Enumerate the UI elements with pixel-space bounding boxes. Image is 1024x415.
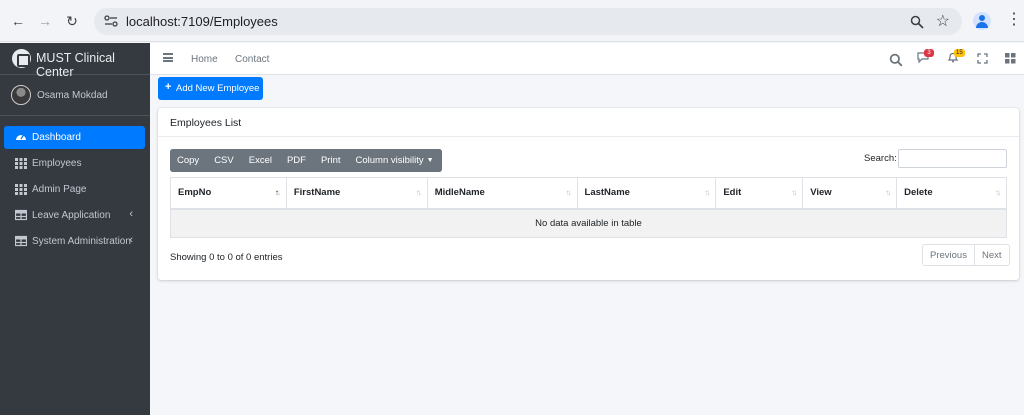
plus-icon: + bbox=[165, 81, 172, 93]
column-header-midlename[interactable]: MidleName ↑↓ bbox=[426, 177, 578, 210]
sort-icon: ↑↓ bbox=[885, 188, 891, 197]
column-header-empno[interactable]: EmpNo ↑↓ bbox=[170, 177, 287, 210]
column-header-label: Edit bbox=[723, 187, 742, 199]
nav-link-contact[interactable]: Contact bbox=[235, 54, 269, 65]
table-row: No data available in table bbox=[170, 208, 1007, 238]
column-header-label: MidleName bbox=[434, 187, 485, 199]
fullscreen-icon[interactable] bbox=[977, 53, 991, 67]
bookmark-star-icon[interactable]: ☆ bbox=[936, 11, 950, 31]
sort-icon: ↑↓ bbox=[791, 188, 797, 197]
pagination: Previous Next bbox=[922, 244, 1010, 266]
previous-page-button[interactable]: Previous bbox=[922, 244, 975, 266]
brand-link[interactable]: MUST Clinical Center bbox=[0, 43, 150, 79]
pdf-button[interactable]: PDF bbox=[279, 149, 314, 172]
grid-icon bbox=[15, 184, 27, 195]
sort-ascending-icon: ↑↓ bbox=[274, 188, 281, 197]
caret-down-icon: ▼ bbox=[426, 157, 434, 164]
column-header-label: Delete bbox=[904, 187, 933, 199]
sidebar-item-label: Leave Application bbox=[32, 210, 111, 221]
chevron-left-icon: ‹ bbox=[129, 208, 133, 220]
back-arrow-icon[interactable]: ← bbox=[10, 13, 26, 29]
zoom-icon[interactable] bbox=[910, 15, 924, 29]
sidebar-item-label: Admin Page bbox=[32, 184, 87, 195]
sort-icon: ↑↓ bbox=[704, 188, 710, 197]
export-button-group: Copy CSV Excel PDF Print Column visibili… bbox=[170, 149, 442, 172]
grid-icon bbox=[15, 158, 27, 169]
sidebar-item-label: System Administration bbox=[32, 236, 131, 247]
search-input[interactable] bbox=[898, 149, 1007, 168]
column-visibility-label: Column visibility bbox=[355, 155, 424, 166]
table-header-row: EmpNo ↑↓ FirstName ↑↓ MidleName ↑↓ LastName… bbox=[170, 177, 1007, 210]
browser-toolbar: ← → ↻ localhost:7109/Employees ☆ ⋮ bbox=[0, 0, 1024, 42]
brand-logo-icon bbox=[12, 49, 31, 68]
table-icon bbox=[15, 209, 27, 221]
messages-icon[interactable]: 3 bbox=[917, 49, 934, 66]
sidebar-item-label: Employees bbox=[32, 158, 82, 169]
user-name[interactable]: Osama Mokdad bbox=[37, 90, 108, 101]
sidebar-item-employees[interactable]: Employees bbox=[4, 152, 145, 175]
browser-menu-icon[interactable]: ⋮ bbox=[1006, 12, 1022, 28]
column-header-label: FirstName bbox=[293, 187, 341, 199]
search-label: Search: bbox=[864, 153, 897, 164]
column-header-firstname[interactable]: FirstName ↑↓ bbox=[285, 177, 428, 210]
column-header-label: EmpNo bbox=[178, 187, 212, 199]
next-page-button[interactable]: Next bbox=[974, 244, 1010, 266]
sidebar-item-system-administration[interactable]: System Administration ‹ bbox=[4, 230, 145, 253]
employees-table: EmpNo ↑↓ FirstName ↑↓ MidleName ↑↓ LastName… bbox=[170, 177, 1007, 238]
sort-icon: ↑↓ bbox=[415, 188, 422, 197]
site-settings-icon[interactable] bbox=[104, 15, 118, 27]
column-header-view[interactable]: View ↑↓ bbox=[802, 177, 898, 210]
address-bar[interactable]: localhost:7109/Employees ☆ bbox=[94, 8, 962, 35]
card-header: Employees List bbox=[158, 108, 1019, 137]
sort-icon: ↑↓ bbox=[995, 188, 1001, 197]
column-header-edit[interactable]: Edit ↑↓ bbox=[715, 177, 804, 210]
sidebar-nav: Dashboard Employees Admin Page Leave App… bbox=[0, 116, 150, 253]
forward-arrow-icon[interactable]: → bbox=[37, 13, 53, 29]
add-employee-label: Add New Employee bbox=[176, 83, 260, 94]
hamburger-menu-icon[interactable] bbox=[163, 53, 173, 62]
bell-icon[interactable]: 15 bbox=[947, 49, 965, 66]
sidebar-item-admin-page[interactable]: Admin Page bbox=[4, 178, 145, 201]
table-info: Showing 0 to 0 of 0 entries bbox=[170, 252, 283, 263]
column-header-delete[interactable]: Delete ↑↓ bbox=[896, 177, 1007, 210]
print-button[interactable]: Print bbox=[313, 149, 349, 172]
column-header-lastname[interactable]: LastName ↑↓ bbox=[576, 177, 717, 210]
reload-icon[interactable]: ↻ bbox=[64, 13, 80, 29]
sidebar: MUST Clinical Center Osama Mokdad Dashbo… bbox=[0, 43, 150, 415]
excel-button[interactable]: Excel bbox=[241, 149, 280, 172]
user-panel[interactable]: Osama Mokdad bbox=[0, 75, 150, 116]
column-visibility-button[interactable]: Column visibility ▼ bbox=[348, 149, 442, 172]
sidebar-item-label: Dashboard bbox=[32, 132, 81, 143]
employees-card: Employees List Copy CSV Excel PDF Print … bbox=[158, 108, 1019, 280]
empty-table-message: No data available in table bbox=[170, 208, 1007, 238]
profile-icon[interactable] bbox=[973, 12, 991, 30]
chevron-left-icon: ‹ bbox=[129, 234, 133, 246]
add-employee-button[interactable]: + Add New Employee bbox=[158, 77, 263, 100]
sidebar-item-dashboard[interactable]: Dashboard bbox=[4, 126, 145, 149]
column-header-label: View bbox=[810, 187, 832, 199]
csv-button[interactable]: CSV bbox=[207, 149, 242, 172]
avatar bbox=[11, 85, 31, 105]
sidebar-item-leave-application[interactable]: Leave Application ‹ bbox=[4, 204, 145, 227]
notifications-badge: 15 bbox=[954, 49, 965, 57]
messages-badge: 3 bbox=[924, 49, 934, 57]
url-text[interactable]: localhost:7109/Employees bbox=[126, 14, 278, 29]
top-navbar: Home Contact 3 15 bbox=[150, 43, 1024, 75]
table-icon bbox=[15, 235, 27, 247]
sort-icon: ↑↓ bbox=[565, 188, 572, 197]
card-title: Employees List bbox=[170, 117, 242, 129]
search-icon[interactable] bbox=[889, 53, 903, 67]
nav-link-home[interactable]: Home bbox=[191, 54, 218, 65]
control-sidebar-icon[interactable] bbox=[1005, 53, 1019, 67]
tachometer-icon bbox=[16, 134, 26, 140]
copy-button[interactable]: Copy bbox=[170, 149, 208, 172]
column-header-label: LastName bbox=[584, 187, 630, 199]
